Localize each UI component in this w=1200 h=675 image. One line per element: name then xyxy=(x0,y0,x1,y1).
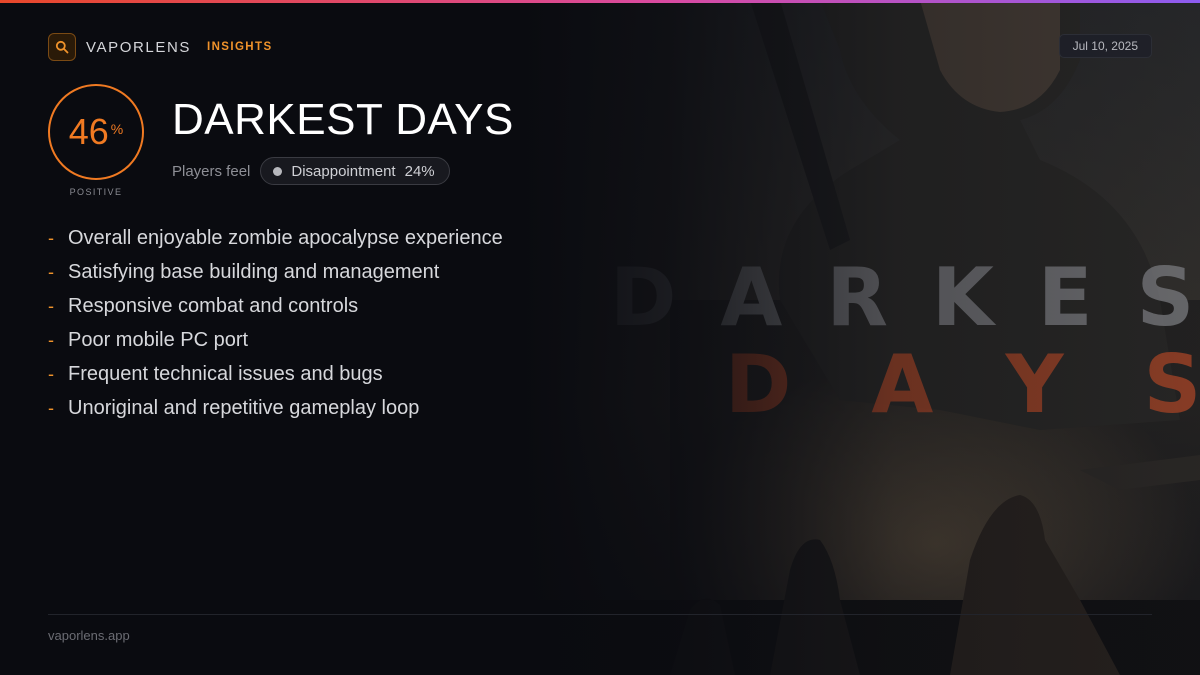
score-ring: 46 % xyxy=(48,84,144,180)
date-badge: Jul 10, 2025 xyxy=(1058,34,1152,58)
accent-gradient-bar xyxy=(0,0,1200,3)
list-item-text: Poor mobile PC port xyxy=(68,328,249,351)
feel-label: Players feel xyxy=(172,162,251,180)
list-item-text: Unoriginal and repetitive gameplay loop xyxy=(68,396,420,419)
list-item-text: Satisfying base building and management xyxy=(68,260,440,283)
list-item-text: Responsive combat and controls xyxy=(68,294,359,317)
emotion-name: Disappointment xyxy=(291,162,396,180)
insight-list: - Overall enjoyable zombie apocalypse exp… xyxy=(48,221,503,425)
player-feel-row: Players feel Disappointment 24% xyxy=(172,157,450,185)
search-icon[interactable] xyxy=(48,33,76,61)
footer-divider xyxy=(48,614,1152,615)
emotion-dot-icon xyxy=(273,166,283,176)
dash-icon: - xyxy=(48,329,54,350)
dash-icon: - xyxy=(48,227,54,248)
game-title: DARKEST DAYS xyxy=(172,95,514,144)
list-item-text: Overall enjoyable zombie apocalypse expe… xyxy=(68,226,503,249)
emotion-badge: Disappointment 24% xyxy=(260,157,450,185)
dash-icon: - xyxy=(48,363,54,384)
list-item: - Overall enjoyable zombie apocalypse exp… xyxy=(48,221,503,255)
list-item: - Responsive combat and controls xyxy=(48,289,503,323)
brand-header: VAPORLENS INSIGHTS xyxy=(48,33,273,61)
score-value: 46 xyxy=(68,111,109,152)
brand-tag: INSIGHTS xyxy=(207,41,273,53)
list-item: - Poor mobile PC port xyxy=(48,323,503,357)
list-item-text: Frequent technical issues and bugs xyxy=(68,362,383,385)
list-item: - Frequent technical issues and bugs xyxy=(48,357,503,391)
emotion-percent: 24% xyxy=(404,162,435,180)
score-caption: POSITIVE xyxy=(69,187,123,197)
list-item: - Unoriginal and repetitive gameplay loop xyxy=(48,391,503,425)
list-item: - Satisfying base building and management xyxy=(48,255,503,289)
brand-name: VAPORLENS xyxy=(86,38,191,56)
dash-icon: - xyxy=(48,397,54,418)
dash-icon: - xyxy=(48,261,54,282)
dash-icon: - xyxy=(48,295,54,316)
score-unit: % xyxy=(110,121,124,137)
footer-url-link[interactable]: vaporlens.app xyxy=(48,628,130,643)
